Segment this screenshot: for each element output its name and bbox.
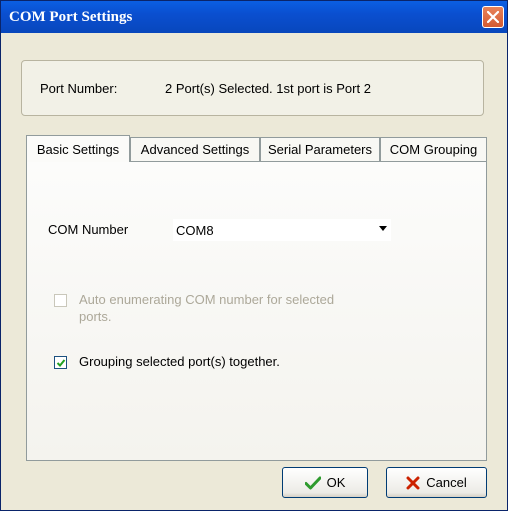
grouping-checkbox[interactable] (54, 356, 67, 369)
auto-enumerate-label: Auto enumerating COM number for selected… (79, 292, 335, 324)
title-bar[interactable]: COM Port Settings (1, 1, 507, 33)
tab-advanced-settings[interactable]: Advanced Settings (130, 137, 260, 161)
cancel-label: Cancel (426, 475, 467, 490)
port-number-value: 2 Port(s) Selected. 1st port is Port 2 (165, 81, 371, 96)
com-number-label: COM Number (48, 222, 129, 237)
tab-label: Advanced Settings (140, 142, 250, 157)
check-icon (304, 476, 321, 489)
cancel-button[interactable]: Cancel (386, 467, 487, 498)
tab-label: COM Grouping (389, 142, 478, 157)
close-button[interactable] (482, 6, 504, 28)
checkmark-icon (56, 359, 66, 367)
chevron-down-icon (379, 226, 387, 231)
auto-enumerate-checkbox[interactable] (54, 294, 67, 307)
ok-label: OK (326, 475, 346, 490)
basic-settings-panel: COM Number COM8 Auto enumerating COM num… (26, 161, 487, 461)
com-number-value: COM8 (176, 222, 214, 238)
window-title: COM Port Settings (9, 9, 133, 25)
port-number-box: Port Number: 2 Port(s) Selected. 1st por… (21, 60, 484, 116)
tab-label: Serial Parameters (267, 142, 373, 157)
ok-button[interactable]: OK (282, 467, 368, 498)
tab-basic-settings[interactable]: Basic Settings (26, 135, 130, 162)
tab-serial-parameters[interactable]: Serial Parameters (260, 137, 380, 161)
com-port-settings-dialog: COM Port Settings Port Number: 2 Port(s)… (0, 0, 508, 511)
cancel-icon (406, 476, 420, 489)
com-number-select[interactable]: COM8 (173, 219, 391, 241)
grouping-label: Grouping selected port(s) together. (79, 354, 280, 369)
close-icon (487, 11, 499, 23)
tab-com-grouping[interactable]: COM Grouping (380, 137, 487, 161)
port-number-label: Port Number: (40, 81, 118, 96)
tab-label: Basic Settings (36, 141, 120, 157)
